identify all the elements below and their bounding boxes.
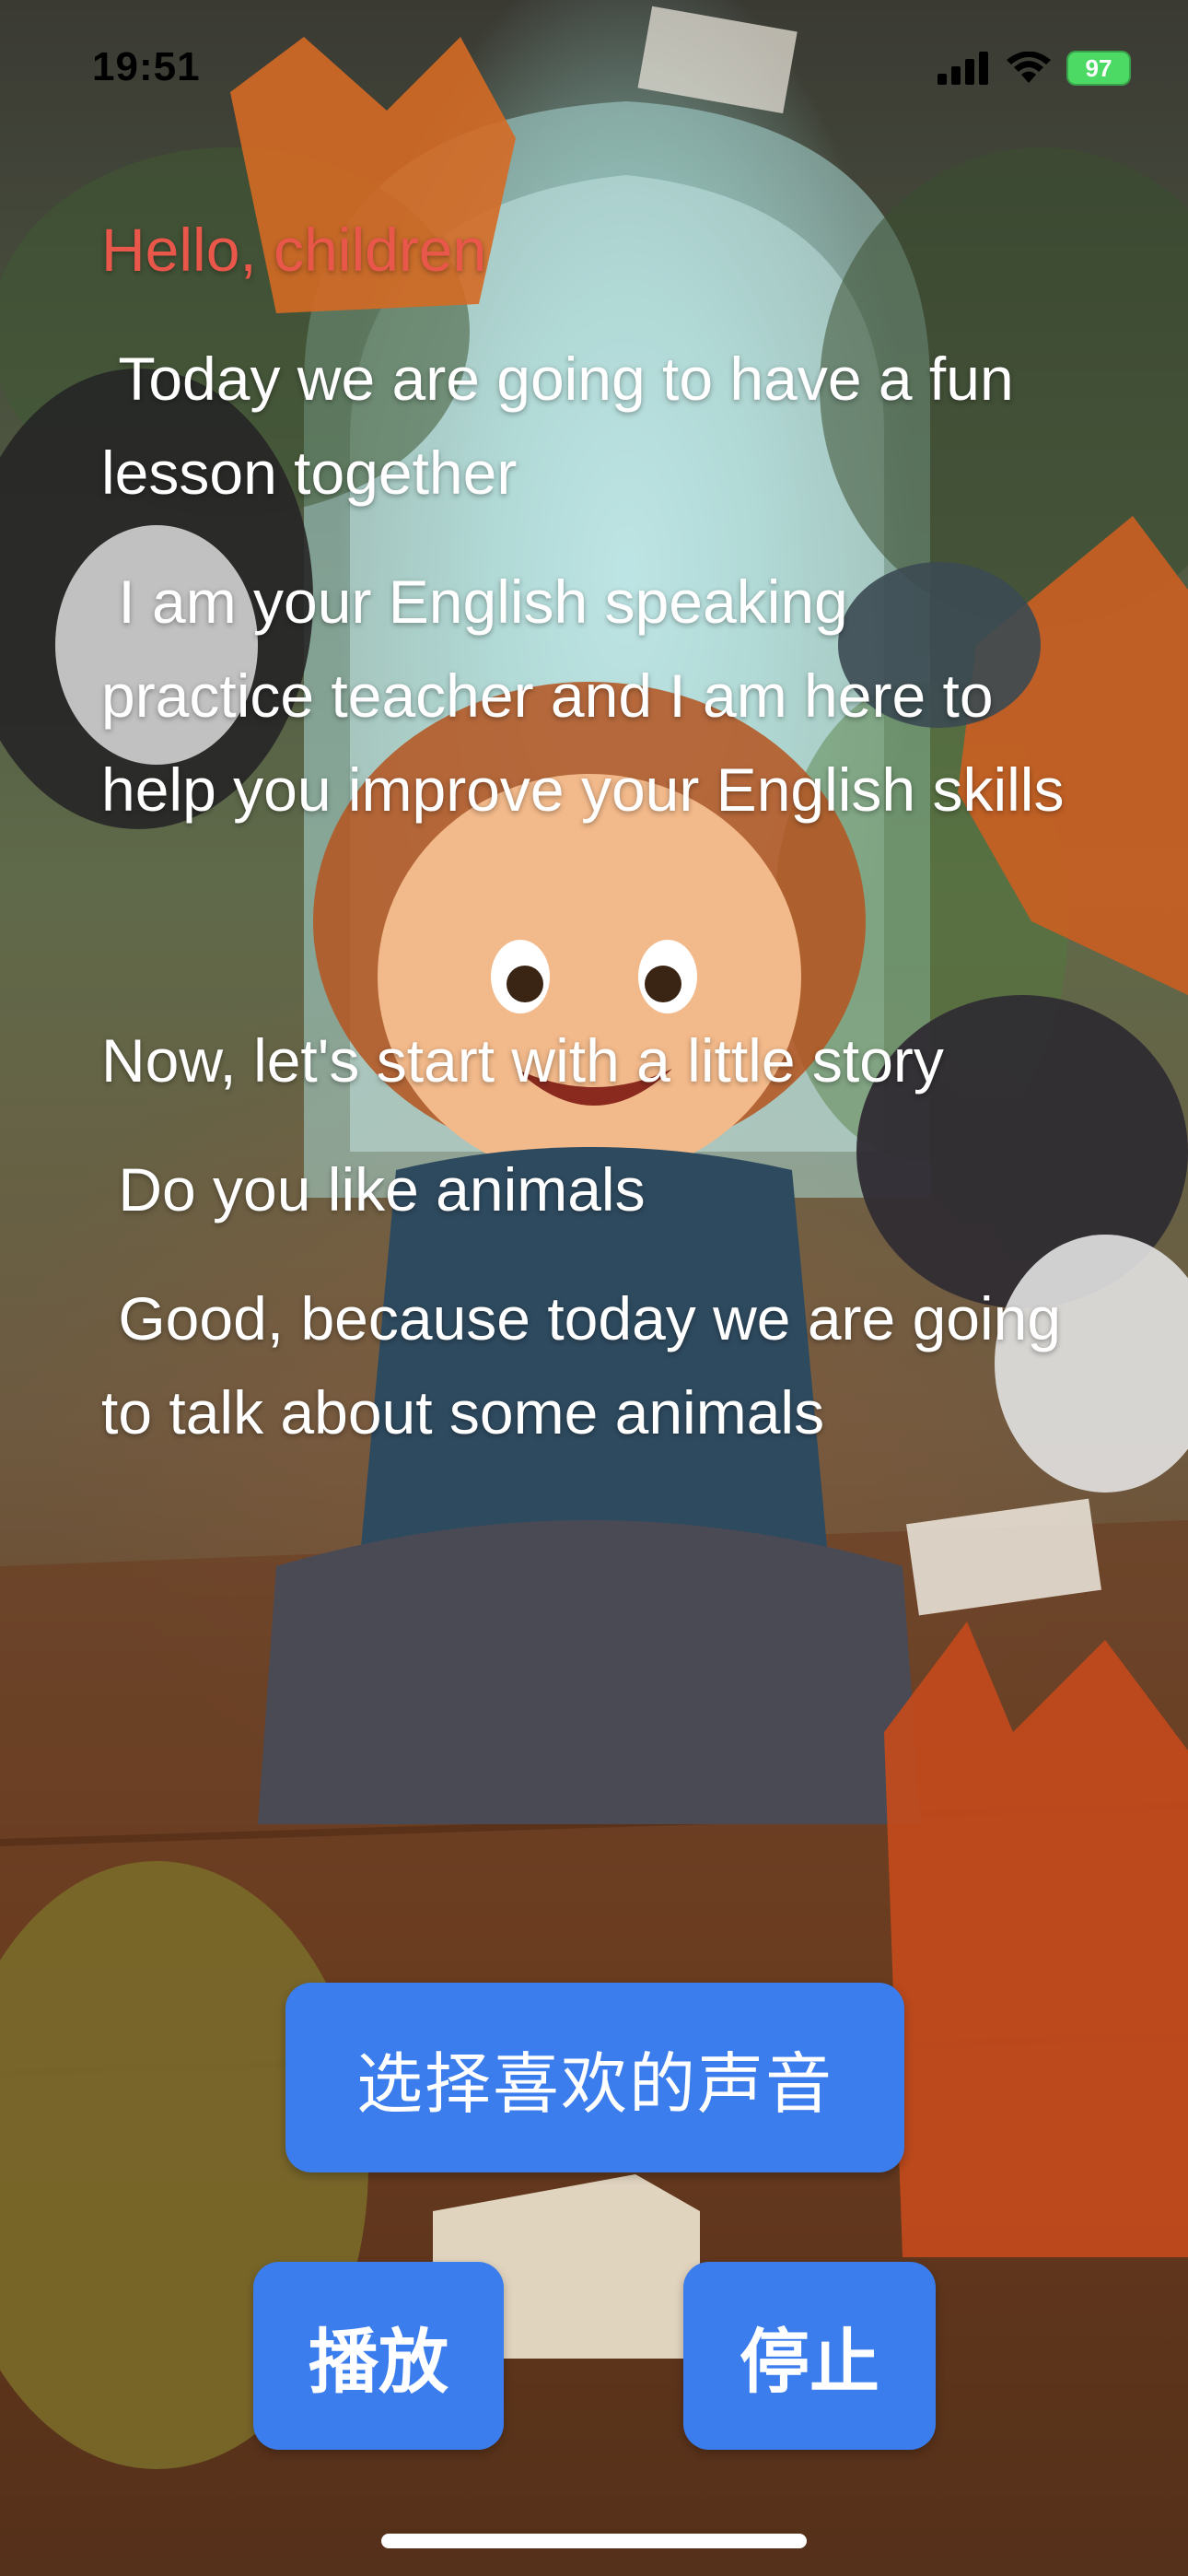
- lesson-paragraph: I am your English speaking practice teac…: [101, 568, 1065, 824]
- lesson-paragraph: Do you like animals: [101, 1155, 646, 1224]
- wifi-icon: [1007, 52, 1051, 83]
- cellular-signal-icon: [938, 52, 988, 85]
- status-indicators: 97: [938, 48, 1131, 88]
- stop-button[interactable]: 停止: [683, 2262, 936, 2450]
- status-time: 19:51: [92, 44, 201, 89]
- battery-level: 97: [1085, 53, 1112, 82]
- lesson-paragraph: Today we are going to have a fun lesson …: [101, 345, 1031, 507]
- status-bar: 19:51 97: [0, 0, 1188, 138]
- lesson-paragraph: Now, let's start with a little story: [101, 1026, 944, 1095]
- lesson-transcript: Hello, children Today we are going to ha…: [101, 203, 1077, 1459]
- play-button[interactable]: 播放: [253, 2262, 504, 2450]
- greeting-text: Hello, children: [101, 216, 487, 284]
- home-indicator[interactable]: [381, 2534, 807, 2548]
- select-voice-button[interactable]: 选择喜欢的声音: [285, 1983, 904, 2172]
- lesson-paragraph: Good, because today we are going to talk…: [101, 1284, 1078, 1446]
- battery-icon: 97: [1066, 51, 1131, 86]
